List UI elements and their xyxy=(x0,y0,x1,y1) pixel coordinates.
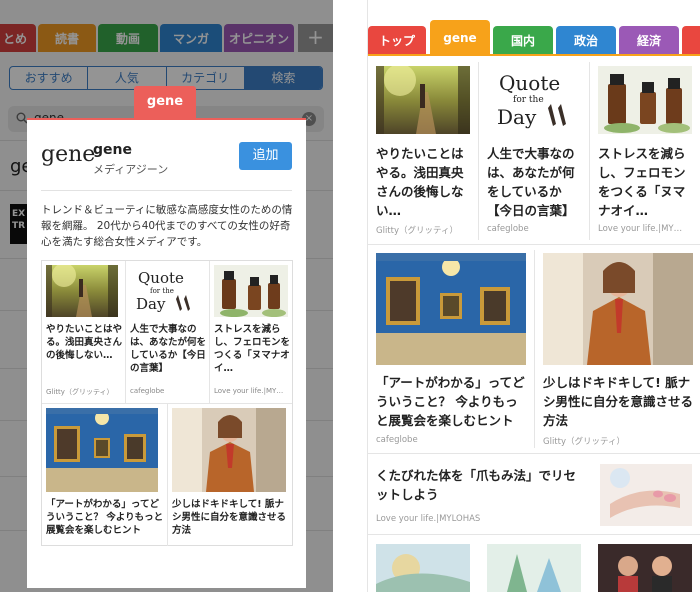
right-screen: トップ gene 国内 政治 経済 やりたいことはやる。浅田真央さんの後悔しない… xyxy=(367,0,700,592)
article-title: やりたいことはやる。浅田真央さんの後悔しない… xyxy=(46,324,123,361)
article-title: やりたいことはやる。浅田真央さんの後悔しない… xyxy=(376,146,464,218)
article-card[interactable]: やりたいことはやる。浅田真央さんの後悔しない… Glitty（グリッティ） xyxy=(42,261,125,403)
article-image-oils xyxy=(598,66,692,134)
tab-next[interactable] xyxy=(682,26,700,54)
article-source: Love your life.|MY… xyxy=(214,387,284,395)
quote-word: Quote xyxy=(499,71,560,95)
article-card[interactable]: くたびれた体を「爪もみ法」でリセットしよう Love your life.|MY… xyxy=(368,454,700,534)
media-logo: gene xyxy=(41,142,96,167)
category-tabs: トップ gene 国内 政治 経済 xyxy=(368,20,700,56)
quote-for-the: for the xyxy=(150,287,174,295)
article-image-nails xyxy=(600,464,692,526)
media-description: トレンド＆ビューティに敏感な高感度女性のための情報を網羅。 20代から40代まで… xyxy=(41,204,293,248)
article-preview-grid: やりたいことはやる。浅田真央さんの後悔しない… Glitty（グリッティ） Qu… xyxy=(41,260,293,546)
article-image-forest xyxy=(46,263,118,317)
article-card[interactable]: ストレスを減らし、フェロモンをつくる「ヌマナオイ… Love your life… xyxy=(590,56,700,244)
article-image-woman xyxy=(543,253,693,365)
tab-politics[interactable]: 政治 xyxy=(556,26,616,54)
article-card[interactable]: 「アートがわかる」ってどういうこと？ 今よりもっと展覧会を楽しむヒント xyxy=(42,404,167,546)
article-image-museum xyxy=(46,408,158,492)
popup-tab-label: gene xyxy=(134,86,196,118)
article-card[interactable]: Quote for the Day 人生で大事なのは、あなたが何をしているか【今日の… xyxy=(479,56,589,244)
add-button[interactable]: 追加 xyxy=(239,142,292,170)
article-title: 人生で大事なのは、あなたが何をしているか【今日の言葉】 xyxy=(130,324,207,374)
article-card[interactable]: 少しはドキドキして! 脈ナシ男性に自分を意識させる方法 Glitty（グリッティ… xyxy=(535,245,700,453)
article-source: Glitty（グリッティ） xyxy=(543,437,625,447)
tab-gene[interactable]: gene xyxy=(430,20,490,56)
article-card[interactable]: やりたいことはやる。浅田真央さんの後悔しない… Glitty（グリッティ） xyxy=(368,56,478,244)
article-title: 「アートがわかる」ってどういうこと？ 今よりもっと展覧会を楽しむヒント xyxy=(46,499,164,536)
divider xyxy=(41,190,292,191)
article-image-quote: Quote for the Day xyxy=(487,66,581,134)
tab-economy[interactable]: 経済 xyxy=(619,26,679,54)
media-name: gene xyxy=(93,142,132,158)
article-card[interactable]: 「アートがわかる」ってどういうこと？ 今よりもっと展覧会を楽しむヒント cafe… xyxy=(368,245,534,453)
article-card[interactable]: Quote for the Day 人生で大事なのは、あなたが何をしているか【今日の… xyxy=(126,261,209,403)
tab-top[interactable]: トップ xyxy=(368,26,426,54)
article-source: cafeglobe xyxy=(487,224,529,234)
article-card[interactable]: ストレスを減らし、フェロモンをつくる「ヌマナオイ… Love your life… xyxy=(210,261,293,403)
article-title: くたびれた体を「爪もみ法」でリセットしよう xyxy=(376,468,577,502)
status-bar xyxy=(368,0,700,20)
quote-word: Quote xyxy=(138,269,184,287)
article-image-illustration[interactable] xyxy=(376,544,470,592)
media-detail-popup: gene gene メディアジーン 追加 トレンド＆ビューティに敏感な高感度女性… xyxy=(27,118,306,588)
quote-day: Day xyxy=(497,105,537,129)
article-title: 少しはドキドキして! 脈ナシ男性に自分を意識させる方法 xyxy=(543,375,694,428)
tab-domestic[interactable]: 国内 xyxy=(493,26,553,54)
media-publisher: メディアジーン xyxy=(93,163,169,176)
article-image-forest xyxy=(376,66,470,134)
article-image-woman xyxy=(172,408,286,492)
quote-day: Day xyxy=(136,295,166,313)
article-source: cafeglobe xyxy=(130,387,165,395)
article-title: 「アートがわかる」ってどういうこと？ 今よりもっと展覧会を楽しむヒント xyxy=(376,375,525,428)
article-title: 人生で大事なのは、あなたが何をしているか【今日の言葉】 xyxy=(487,146,575,218)
article-source: Love your life.|MYLOHAS xyxy=(376,514,481,524)
quote-for-the: for the xyxy=(513,95,544,105)
article-image-drawing[interactable] xyxy=(487,544,581,592)
article-title: ストレスを減らし、フェロモンをつくる「ヌマナオイ… xyxy=(598,146,686,218)
article-source: cafeglobe xyxy=(376,435,418,445)
divider xyxy=(368,534,700,535)
article-source: Love your life.|MY… xyxy=(598,224,683,234)
article-source: Glitty（グリッティ） xyxy=(376,226,458,236)
article-image-people[interactable] xyxy=(598,544,692,592)
article-image-quote: Quote for the Day xyxy=(130,265,202,317)
article-title: 少しはドキドキして! 脈ナシ男性に自分を意識させる方法 xyxy=(172,499,287,536)
article-image-museum xyxy=(376,253,526,365)
article-title: ストレスを減らし、フェロモンをつくる「ヌマナオイ… xyxy=(214,324,291,374)
article-source: Glitty（グリッティ） xyxy=(46,388,114,396)
article-image-oils xyxy=(214,265,288,317)
left-screen: とめ 読書 動画 マンガ オピニオン + おすすめ 人気 カテゴリ 検索 gen… xyxy=(0,0,333,592)
article-card[interactable]: 少しはドキドキして! 脈ナシ男性に自分を意識させる方法 xyxy=(168,404,292,546)
